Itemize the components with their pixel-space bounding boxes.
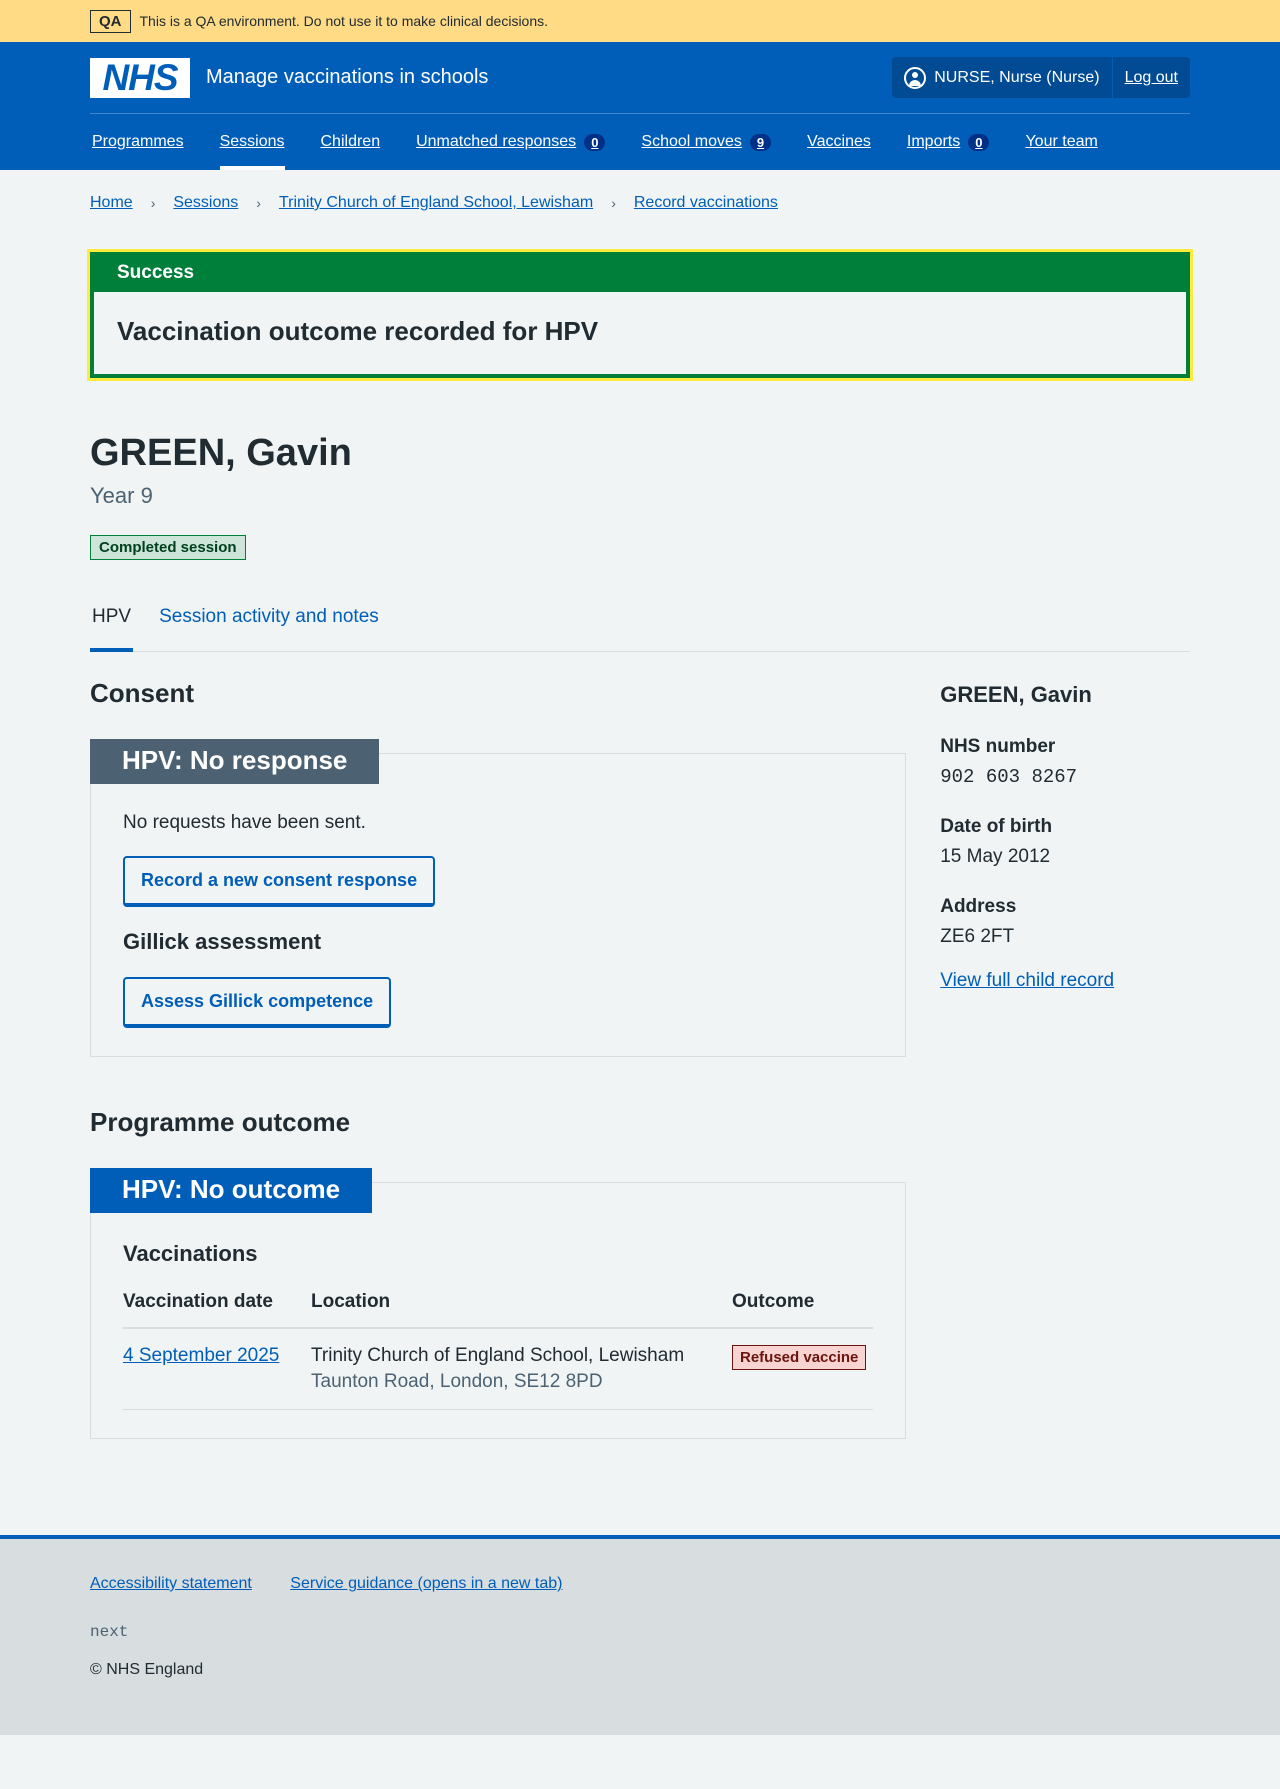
logout-link[interactable]: Log out (1113, 69, 1190, 87)
breadcrumb-school[interactable]: Trinity Church of England School, Lewish… (279, 194, 593, 212)
chevron-right-icon: › (256, 195, 261, 211)
address-value: ZE6 2FT (940, 926, 1015, 947)
brand-link[interactable]: NHS Manage vaccinations in schools (90, 57, 489, 98)
breadcrumb-record-vaccinations[interactable]: Record vaccinations (634, 194, 778, 212)
dob-value: 15 May 2012 (940, 846, 1051, 867)
child-summary: GREEN, Gavin NHS number 902 603 8267 Dat… (940, 652, 1190, 1439)
nav-imports-label: Imports (906, 133, 961, 150)
nav-sessions[interactable]: Sessions (219, 114, 285, 170)
footer-accessibility-link[interactable]: Accessibility statement (90, 1575, 252, 1592)
vaccination-date-link[interactable]: 4 September 2025 (123, 1345, 279, 1366)
nav-programmes[interactable]: Programmes (92, 114, 184, 170)
child-year: Year 9 (90, 483, 153, 508)
nav-imports[interactable]: Imports 0 (907, 114, 990, 170)
site-header: NHS Manage vaccinations in schools NURSE… (0, 42, 1280, 170)
qa-banner: QA This is a QA environment. Do not use … (0, 0, 1280, 42)
nav-school-moves[interactable]: School moves 9 (641, 114, 772, 170)
vaccination-address: Taunton Road, London, SE12 8PD (311, 1371, 603, 1392)
tab-session-activity[interactable]: Session activity and notes (157, 600, 381, 651)
consent-heading: Consent (90, 678, 194, 708)
footer-copyright: © NHS England (90, 1661, 204, 1678)
vaccination-location: Trinity Church of England School, Lewish… (311, 1345, 685, 1366)
nav-children[interactable]: Children (321, 114, 381, 170)
qa-tag: QA (90, 9, 131, 33)
programme-outcome-heading: Programme outcome (90, 1107, 351, 1137)
success-banner-title: Success (94, 256, 1186, 292)
user-icon (904, 66, 927, 89)
assess-gillick-button[interactable]: Assess Gillick competence (123, 977, 392, 1028)
school-moves-count-badge: 9 (749, 133, 772, 151)
column-vaccination-date: Vaccination date (123, 1281, 311, 1329)
breadcrumb: Home › Sessions › Trinity Church of Engl… (90, 170, 1280, 236)
nav-vaccines[interactable]: Vaccines (807, 114, 871, 170)
footer-guidance-link[interactable]: Service guidance (opens in a new tab) (290, 1575, 562, 1592)
outcome-card: HPV: No outcome Vaccinations Vaccination… (90, 1168, 907, 1439)
address-label: Address (940, 896, 1017, 917)
status-badge: Completed session (90, 535, 246, 560)
account-user: NURSE, Nurse (Nurse) (892, 57, 1113, 98)
unmatched-count-badge: 0 (584, 133, 606, 151)
tab-hpv[interactable]: HPV (90, 600, 134, 652)
nhs-number-label: NHS number (940, 736, 1056, 757)
vaccinations-table: Vaccination date Location Outcome 4 Sept… (123, 1281, 874, 1410)
chevron-right-icon: › (611, 195, 616, 211)
vaccinations-heading: Vaccinations (123, 1241, 258, 1266)
outcome-card-title: HPV: No outcome (90, 1168, 373, 1213)
success-banner-message: Vaccination outcome recorded for HPV (117, 316, 599, 346)
chevron-right-icon: › (150, 195, 156, 211)
success-banner: Success Vaccination outcome recorded for… (87, 249, 1193, 381)
consent-card-title: HPV: No response (90, 739, 380, 784)
nav-unmatched-label: Unmatched responses (416, 133, 577, 150)
nav-unmatched-responses[interactable]: Unmatched responses 0 (416, 114, 606, 170)
nav-school-moves-label: School moves (641, 133, 742, 150)
dob-label: Date of birth (940, 816, 1053, 837)
qa-message: This is a QA environment. Do not use it … (139, 13, 549, 29)
consent-card: HPV: No response No requests have been s… (90, 739, 907, 1057)
account-menu: NURSE, Nurse (Nurse) Log out (892, 57, 1190, 98)
view-child-record-link[interactable]: View full child record (940, 970, 1190, 992)
outcome-badge: Refused vaccine (732, 1345, 867, 1370)
breadcrumb-sessions[interactable]: Sessions (173, 194, 238, 212)
gillick-heading: Gillick assessment (123, 929, 322, 954)
consent-status-text: No requests have been sent. (123, 812, 366, 833)
primary-nav: Programmes Sessions Children Unmatched r… (90, 114, 1190, 170)
breadcrumb-home[interactable]: Home (90, 194, 133, 212)
column-location: Location (311, 1281, 732, 1329)
service-name: Manage vaccinations in schools (206, 66, 489, 88)
imports-count-badge: 0 (968, 133, 990, 151)
nhs-logo: NHS (90, 57, 190, 98)
column-outcome: Outcome (732, 1281, 874, 1329)
record-consent-button[interactable]: Record a new consent response (123, 856, 436, 907)
summary-name: GREEN, Gavin (940, 682, 1092, 707)
page-title: GREEN, Gavin (90, 432, 352, 474)
footer-version: next (90, 1623, 129, 1641)
nhs-number-value: 902 603 8267 (940, 766, 1078, 788)
user-name: NURSE, Nurse (Nurse) (934, 68, 1100, 86)
main-content: Success Vaccination outcome recorded for… (87, 249, 1193, 1439)
nav-your-team[interactable]: Your team (1025, 114, 1097, 170)
tab-list: HPV Session activity and notes (90, 600, 1190, 652)
site-footer: Accessibility statement Service guidance… (0, 1535, 1280, 1735)
table-row: 4 September 2025 Trinity Church of Engla… (123, 1328, 874, 1410)
